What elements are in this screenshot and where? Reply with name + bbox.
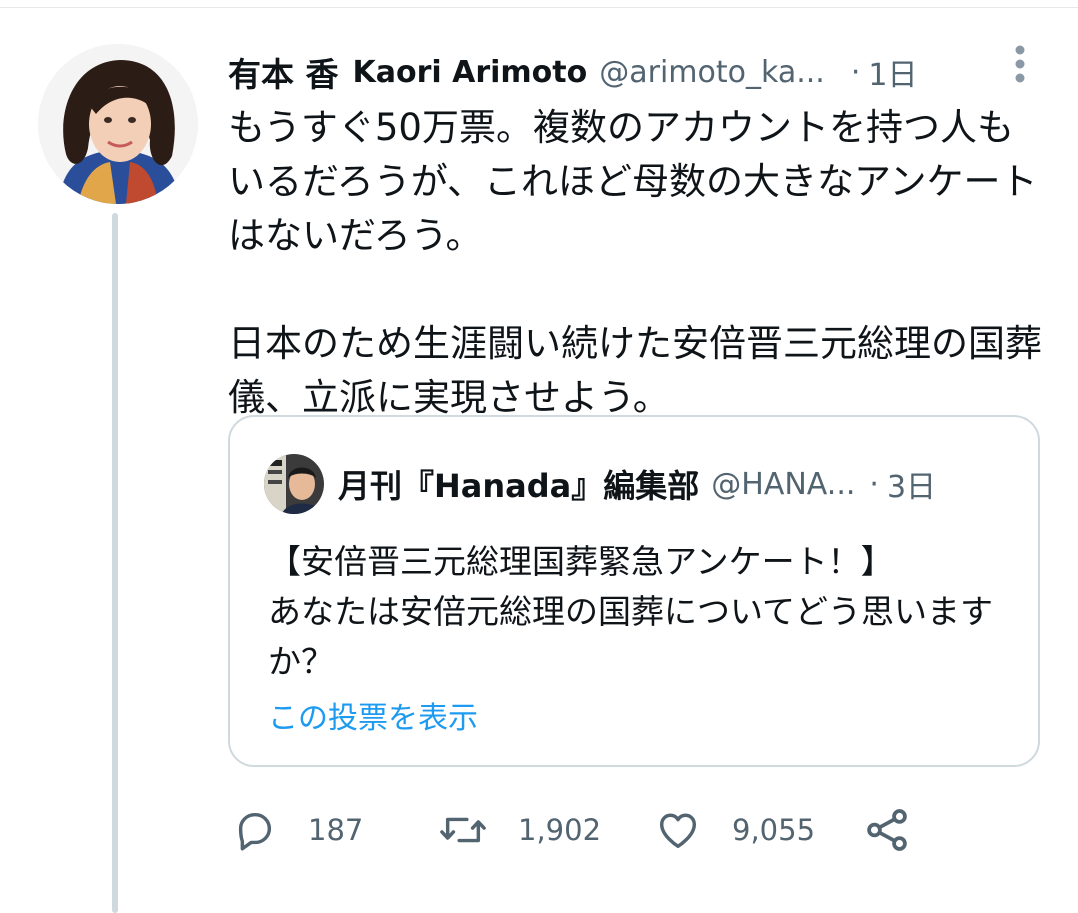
quoted-tweet-time[interactable]: 3日 [887, 462, 936, 506]
reply-icon [232, 807, 278, 853]
author-handle[interactable]: @arimoto_ka... [599, 55, 825, 90]
retweet-count: 1,902 [518, 813, 602, 847]
retweet-icon [438, 807, 488, 853]
thread-line [112, 213, 118, 913]
header-separator: · [850, 54, 861, 90]
share-icon [862, 805, 912, 855]
top-divider [0, 7, 1078, 8]
quoted-header-separator: · [869, 466, 879, 502]
show-poll-link[interactable]: この投票を表示 [268, 693, 478, 737]
like-button[interactable]: 9,055 [654, 800, 815, 860]
tweet-header: 有本 香 Kaori Arimoto @arimoto_ka... · 1日 [228, 46, 917, 98]
heart-icon [654, 807, 702, 853]
retweet-button[interactable]: 1,902 [438, 800, 601, 860]
share-button[interactable] [862, 800, 912, 860]
author-name-en[interactable]: Kaori Arimoto [353, 55, 588, 90]
quoted-author-name[interactable]: 月刊『Hanada』編集部 [338, 461, 699, 507]
like-count: 9,055 [732, 813, 816, 847]
author-avatar[interactable] [38, 44, 198, 204]
tweet-text: もうすぐ50万票。複数のアカウントを持つ人もいるだろうが、これほど母数の大きなア… [228, 106, 1042, 419]
quoted-tweet-text: 【安倍晋三元総理国葬緊急アンケート！】 あなたは安倍元総理の国葬についてどう思い… [268, 542, 994, 681]
quoted-author-handle[interactable]: @HANA... [711, 467, 855, 502]
reply-button[interactable]: 187 [232, 800, 363, 860]
quoted-tweet-header: 月刊『Hanada』編集部 @HANA... · 3日 [264, 453, 936, 515]
reply-count: 187 [308, 813, 364, 847]
more-vertical-icon[interactable] [1006, 44, 1034, 84]
tweet-time[interactable]: 1日 [868, 50, 917, 94]
quoted-author-avatar [264, 454, 324, 514]
author-name-ja[interactable]: 有本 香 [228, 48, 339, 96]
quoted-tweet-card[interactable]: 月刊『Hanada』編集部 @HANA... · 3日 【安倍晋三元総理国葬緊急… [228, 415, 1040, 767]
